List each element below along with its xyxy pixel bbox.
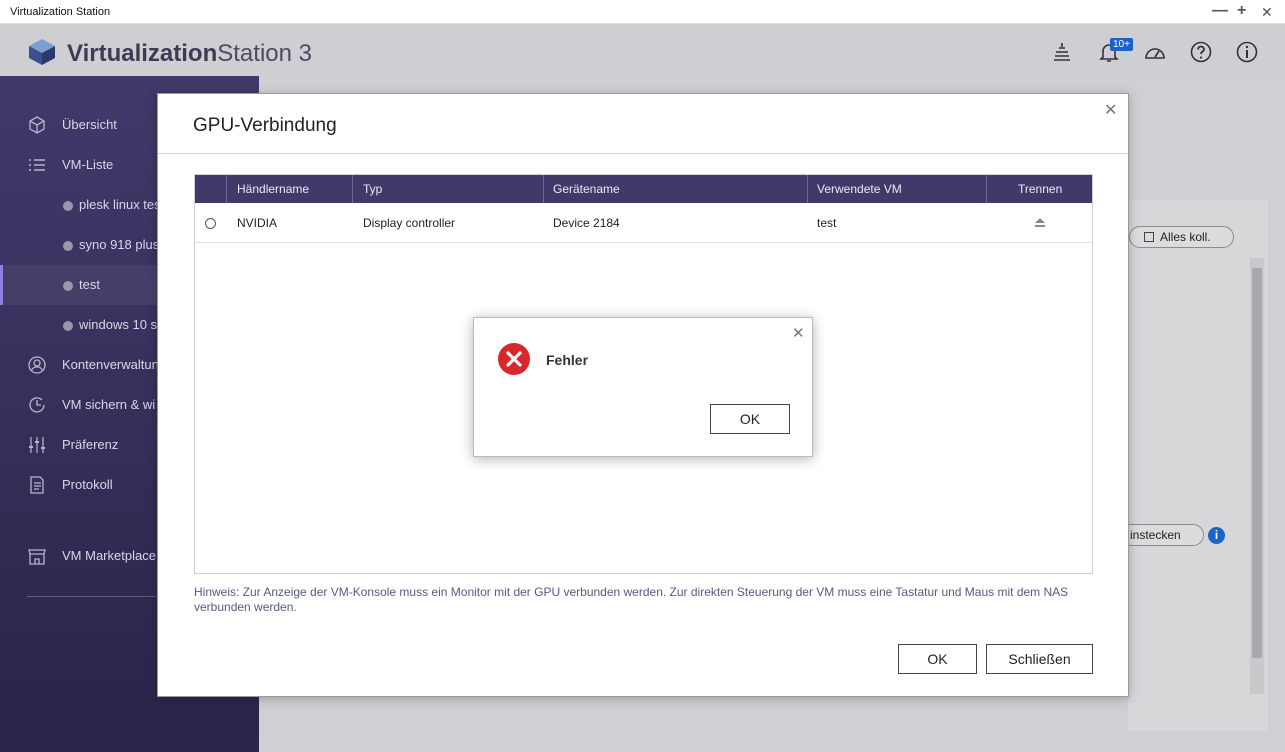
scrollbar-thumb[interactable] — [1252, 268, 1262, 658]
detail-scrollbar[interactable] — [1250, 258, 1264, 694]
user-icon — [28, 356, 46, 374]
collapse-all-label: Alles koll. — [1160, 230, 1211, 244]
app-title: VirtualizationStation 3 — [67, 40, 312, 68]
sidebar-item-label: VM sichern & wi — [62, 397, 156, 412]
notification-badge: 10+ — [1110, 38, 1133, 51]
virtualization-station-logo-icon — [29, 39, 55, 65]
column-separator — [543, 175, 544, 203]
error-message: Fehler — [546, 352, 589, 368]
backup-clock-icon — [29, 397, 45, 413]
hint-text: Hinweis: Zur Anzeige der VM-Konsole muss… — [194, 585, 1069, 614]
column-separator — [986, 175, 987, 203]
insert-info-icon[interactable]: i — [1208, 527, 1225, 544]
sidebar-item-label: VM-Liste — [62, 157, 114, 172]
app-title-bold: Virtualization — [67, 40, 218, 67]
dialog-title: GPU-Verbindung — [193, 115, 337, 136]
row-select-radio[interactable] — [205, 218, 216, 229]
eject-icon[interactable] — [1035, 218, 1045, 227]
column-header-vendor[interactable]: Händlername — [237, 182, 309, 196]
insert-button[interactable]: instecken — [1120, 524, 1204, 546]
dialog-ok-button[interactable]: OK — [898, 644, 977, 674]
column-separator — [226, 175, 227, 203]
store-icon — [28, 549, 46, 565]
info-icon[interactable] — [1235, 40, 1259, 64]
sidebar-item-label: plesk linux tes — [79, 197, 161, 212]
window-titlebar: Virtualization Station — + ✕ — [0, 0, 1285, 24]
cube-icon — [29, 116, 45, 134]
column-header-device[interactable]: Gerätename — [553, 182, 620, 196]
error-dialog-close-icon[interactable]: ✕ — [792, 324, 805, 342]
vm-status-dot — [63, 321, 73, 331]
sidebar-item-label: Kontenverwaltun — [62, 357, 159, 372]
cell-type: Display controller — [363, 216, 456, 230]
dialog-close-button[interactable]: Schließen — [986, 644, 1093, 674]
list-icon — [29, 159, 45, 171]
error-ok-button[interactable]: OK — [710, 404, 790, 434]
sidebar-item-label: windows 10 s — [79, 317, 158, 332]
sidebar-item-label: syno 918 plus — [79, 237, 160, 252]
error-x-icon — [498, 343, 530, 375]
table-header: Händlername Typ Gerätename Verwendete VM… — [195, 175, 1092, 203]
app-title-rest: Station 3 — [217, 40, 312, 67]
column-header-used-vm[interactable]: Verwendete VM — [817, 182, 902, 196]
column-header-type[interactable]: Typ — [363, 182, 382, 196]
cell-device: Device 2184 — [553, 216, 620, 230]
window-title: Virtualization Station — [10, 6, 111, 18]
help-question-icon[interactable] — [1189, 40, 1213, 64]
vm-status-dot — [63, 241, 73, 251]
collapse-all-button[interactable]: Alles koll. — [1129, 226, 1234, 248]
dialog-close-icon[interactable]: ✕ — [1104, 100, 1117, 120]
vm-status-dot — [63, 281, 73, 291]
document-icon — [30, 476, 44, 494]
error-dialog: ✕ Fehler OK — [473, 317, 813, 457]
cell-vendor: NVIDIA — [237, 216, 278, 230]
sidebar-item-label: Übersicht — [62, 117, 117, 132]
column-header-disconnect[interactable]: Trennen — [1018, 182, 1062, 196]
minimize-button[interactable]: — — [1212, 2, 1228, 20]
vm-status-dot — [63, 201, 73, 211]
maximize-button[interactable]: + — [1237, 2, 1246, 20]
sidebar-item-label: VM Marketplace — [62, 548, 156, 563]
sidebar-item-label: test — [79, 277, 100, 292]
sidebar-item-label: Präferenz — [62, 437, 119, 452]
close-window-button[interactable]: ✕ — [1261, 4, 1273, 21]
sidebar-item-label: Protokoll — [62, 477, 113, 492]
collapse-square-icon — [1144, 232, 1154, 242]
sliders-icon — [29, 437, 45, 453]
vm-detail-panel — [1128, 200, 1268, 730]
column-separator — [807, 175, 808, 203]
tasks-stack-icon[interactable] — [1050, 40, 1074, 64]
resource-monitor-gauge-icon[interactable] — [1143, 40, 1167, 64]
dialog-divider — [158, 153, 1128, 154]
column-separator — [352, 175, 353, 203]
table-row[interactable]: NVIDIA Display controller Device 2184 te… — [195, 203, 1092, 243]
cell-used-vm: test — [817, 216, 837, 230]
app-header: VirtualizationStation 3 10+ — [0, 24, 1285, 76]
